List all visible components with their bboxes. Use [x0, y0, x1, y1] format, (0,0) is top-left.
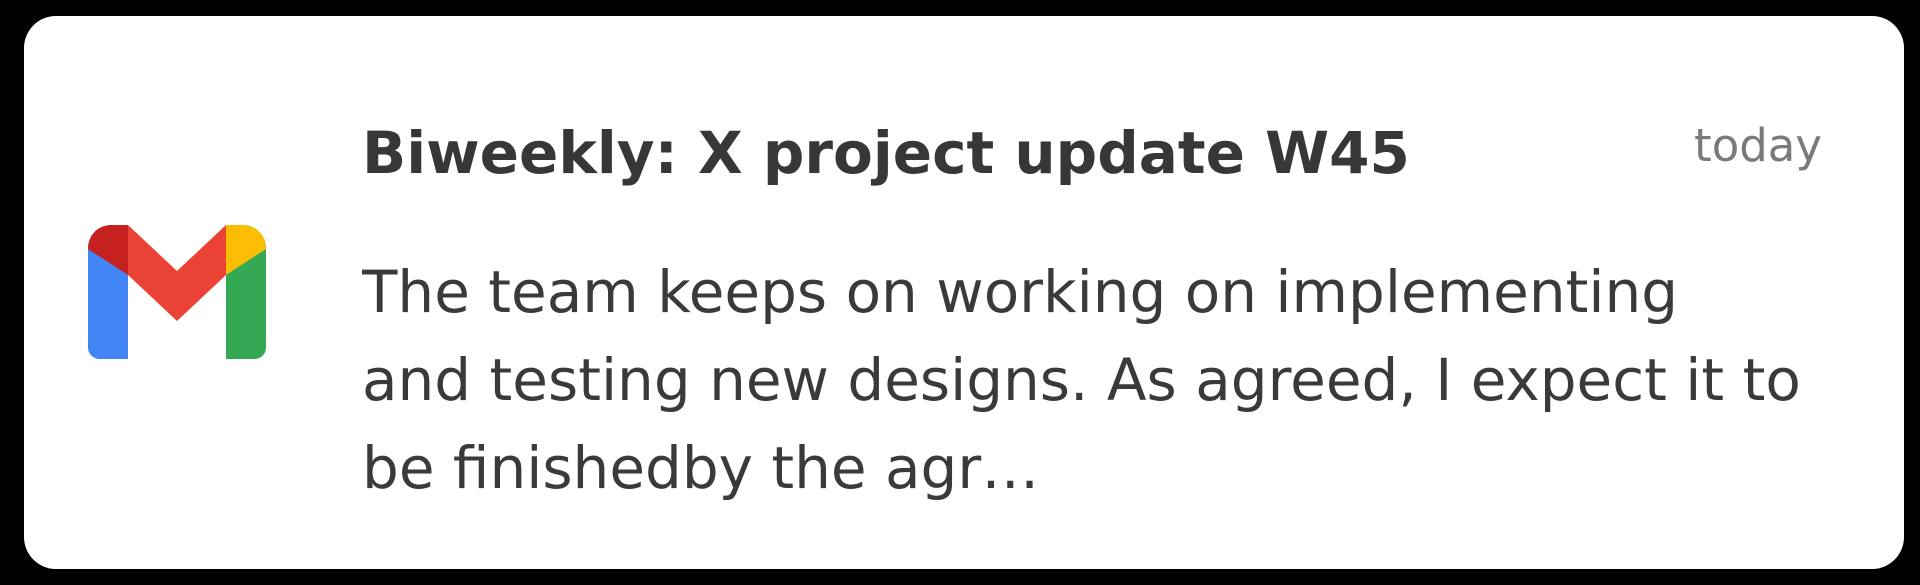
notification-timestamp: today — [1694, 119, 1822, 172]
gmail-icon — [88, 225, 266, 359]
notification-preview: The team keeps on working on implementin… — [362, 258, 1801, 502]
notification-title: Biweekly: X project update W45 — [362, 119, 1410, 187]
notification-card[interactable]: Biweekly: X project update W45 today The… — [24, 16, 1904, 569]
